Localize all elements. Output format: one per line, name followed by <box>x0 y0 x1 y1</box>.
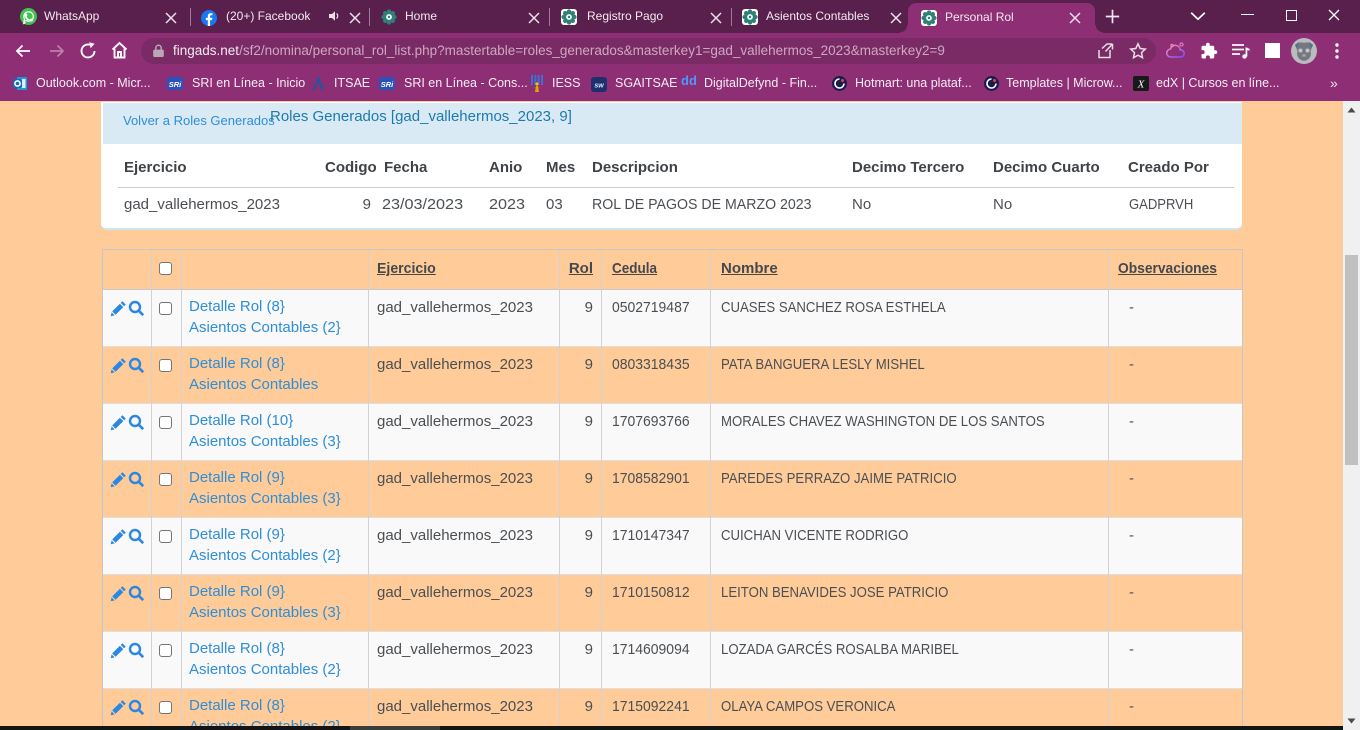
svg-text:X: X <box>1137 79 1146 91</box>
svg-text:sw: sw <box>594 83 604 90</box>
